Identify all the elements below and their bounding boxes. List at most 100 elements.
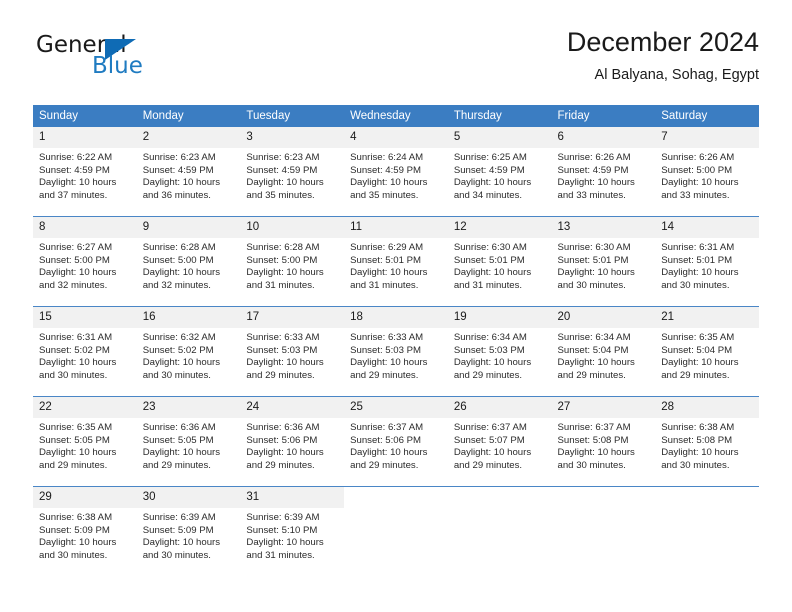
daylight-text-line2: and 30 minutes.: [142, 549, 211, 561]
calendar-day-cell[interactable]: 28 Sunrise: 6:38 AM Sunset: 5:08 PM Dayligh…: [655, 396, 759, 487]
sunrise-text: Sunrise: 6:32 AM: [142, 332, 216, 343]
day-number: 2: [136, 127, 241, 148]
day-sun-info: Sunrise: 6:26 AM Sunset: 5:00 PM Daylight:…: [655, 148, 759, 202]
weekday-header-tuesday: Tuesday: [240, 105, 345, 127]
day-sun-info: Sunrise: 6:28 AM Sunset: 5:00 PM Daylight:…: [240, 238, 344, 292]
sunrise-text: Sunrise: 6:37 AM: [453, 422, 527, 433]
sunrise-text: Sunrise: 6:28 AM: [246, 242, 320, 253]
weekday-header-monday: Monday: [136, 105, 241, 127]
calendar-day-cell[interactable]: 13 Sunrise: 6:30 AM Sunset: 5:01 PM Dayligh…: [551, 216, 656, 307]
sunset-text: Sunset: 5:08 PM: [557, 434, 629, 446]
day-sun-info: Sunrise: 6:37 AM Sunset: 5:06 PM Daylight:…: [344, 418, 448, 472]
calendar-day-cell[interactable]: 23 Sunrise: 6:36 AM Sunset: 5:05 PM Dayligh…: [136, 396, 241, 487]
calendar-day-cell[interactable]: 10 Sunrise: 6:28 AM Sunset: 5:00 PM Dayligh…: [240, 216, 345, 307]
calendar-week-row: 29 Sunrise: 6:38 AM Sunset: 5:09 PM Dayligh…: [33, 486, 759, 576]
sunrise-text: Sunrise: 6:31 AM: [39, 332, 113, 343]
day-number: 22: [33, 397, 137, 418]
calendar-day-cell[interactable]: 26 Sunrise: 6:37 AM Sunset: 5:07 PM Dayligh…: [447, 396, 552, 487]
day-number: 31: [240, 487, 345, 508]
day-number: 16: [136, 307, 241, 328]
calendar-week-row: 15 Sunrise: 6:31 AM Sunset: 5:02 PM Dayligh…: [33, 306, 759, 397]
calendar-day-cell[interactable]: 24 Sunrise: 6:36 AM Sunset: 5:06 PM Dayligh…: [240, 396, 345, 487]
sunset-text: Sunset: 4:59 PM: [557, 164, 629, 176]
sunset-text: Sunset: 5:08 PM: [661, 434, 733, 446]
sunrise-text: Sunrise: 6:33 AM: [350, 332, 424, 343]
sunrise-text: Sunrise: 6:29 AM: [350, 242, 424, 253]
day-sun-info: Sunrise: 6:34 AM Sunset: 5:03 PM Daylight:…: [448, 328, 552, 382]
calendar-day-cell[interactable]: 8 Sunrise: 6:27 AM Sunset: 5:00 PM Daylight…: [33, 216, 137, 307]
calendar-day-cell[interactable]: 1 Sunrise: 6:22 AM Sunset: 4:59 PM Daylight…: [33, 127, 137, 217]
daylight-text-line2: and 32 minutes.: [39, 279, 108, 291]
calendar-header-row: Sunday Monday Tuesday Wednesday Thursday…: [33, 105, 759, 127]
daylight-text-line2: and 31 minutes.: [246, 279, 315, 291]
calendar-day-cell[interactable]: 6 Sunrise: 6:26 AM Sunset: 4:59 PM Daylight…: [551, 127, 656, 217]
sunrise-text: Sunrise: 6:26 AM: [661, 152, 735, 163]
sunrise-text: Sunrise: 6:22 AM: [39, 152, 113, 163]
calendar-day-cell[interactable]: 12 Sunrise: 6:30 AM Sunset: 5:01 PM Dayligh…: [447, 216, 552, 307]
day-sun-info: Sunrise: 6:39 AM Sunset: 5:09 PM Daylight:…: [137, 508, 241, 562]
calendar-day-cell[interactable]: 31 Sunrise: 6:39 AM Sunset: 5:10 PM Dayligh…: [240, 486, 345, 576]
daylight-text-line2: and 33 minutes.: [661, 189, 730, 201]
calendar-day-cell[interactable]: 3 Sunrise: 6:23 AM Sunset: 4:59 PM Daylight…: [240, 127, 345, 217]
day-sun-info: Sunrise: 6:30 AM Sunset: 5:01 PM Daylight:…: [552, 238, 656, 292]
calendar-day-cell[interactable]: 11 Sunrise: 6:29 AM Sunset: 5:01 PM Dayligh…: [344, 216, 448, 307]
calendar-day-cell[interactable]: 15 Sunrise: 6:31 AM Sunset: 5:02 PM Dayligh…: [33, 306, 137, 397]
sunset-text: Sunset: 5:00 PM: [142, 254, 214, 266]
daylight-text-line1: Daylight: 10 hours: [246, 357, 324, 369]
calendar-day-cell[interactable]: 5 Sunrise: 6:25 AM Sunset: 4:59 PM Daylight…: [447, 127, 552, 217]
sunset-text: Sunset: 5:07 PM: [453, 434, 525, 446]
page-subtitle-location: Al Balyana, Sohag, Egypt: [594, 67, 759, 83]
day-sun-info: Sunrise: 6:32 AM Sunset: 5:02 PM Daylight:…: [137, 328, 241, 382]
calendar-day-cell[interactable]: 14 Sunrise: 6:31 AM Sunset: 5:01 PM Dayligh…: [655, 216, 759, 307]
daylight-text-line2: and 29 minutes.: [661, 369, 730, 381]
day-sun-info: Sunrise: 6:30 AM Sunset: 5:01 PM Daylight:…: [448, 238, 552, 292]
daylight-text-line2: and 35 minutes.: [246, 189, 315, 201]
sunset-text: Sunset: 5:04 PM: [557, 344, 629, 356]
day-number: 5: [447, 127, 552, 148]
calendar-day-cell-empty: [447, 486, 552, 576]
calendar-day-cell[interactable]: 9 Sunrise: 6:28 AM Sunset: 5:00 PM Daylight…: [136, 216, 241, 307]
calendar-day-cell[interactable]: 27 Sunrise: 6:37 AM Sunset: 5:08 PM Dayligh…: [551, 396, 656, 487]
sunrise-text: Sunrise: 6:37 AM: [557, 422, 631, 433]
logo-text-blue: Blue: [92, 53, 143, 79]
sunrise-text: Sunrise: 6:34 AM: [557, 332, 631, 343]
daylight-text-line2: and 29 minutes.: [453, 369, 523, 381]
day-number: 7: [655, 127, 759, 148]
calendar-day-cell[interactable]: 16 Sunrise: 6:32 AM Sunset: 5:02 PM Dayligh…: [136, 306, 241, 397]
calendar-day-cell[interactable]: 20 Sunrise: 6:34 AM Sunset: 5:04 PM Dayligh…: [551, 306, 656, 397]
calendar-day-cell[interactable]: 19 Sunrise: 6:34 AM Sunset: 5:03 PM Dayligh…: [447, 306, 552, 397]
calendar-day-cell[interactable]: 29 Sunrise: 6:38 AM Sunset: 5:09 PM Dayligh…: [33, 486, 137, 576]
sunset-text: Sunset: 5:10 PM: [246, 524, 318, 536]
sunrise-text: Sunrise: 6:25 AM: [453, 152, 527, 163]
calendar-day-cell[interactable]: 22 Sunrise: 6:35 AM Sunset: 5:05 PM Dayligh…: [33, 396, 137, 487]
daylight-text-line1: Daylight: 10 hours: [246, 537, 324, 549]
daylight-text-line1: Daylight: 10 hours: [246, 447, 324, 459]
calendar-day-cell[interactable]: 21 Sunrise: 6:35 AM Sunset: 5:04 PM Dayligh…: [655, 306, 759, 397]
sunset-text: Sunset: 4:59 PM: [453, 164, 525, 176]
day-number: 23: [136, 397, 241, 418]
daylight-text-line2: and 29 minutes.: [246, 459, 315, 471]
calendar-day-cell[interactable]: 25 Sunrise: 6:37 AM Sunset: 5:06 PM Dayligh…: [344, 396, 448, 487]
sunrise-text: Sunrise: 6:39 AM: [246, 512, 320, 523]
calendar-day-cell[interactable]: 7 Sunrise: 6:26 AM Sunset: 5:00 PM Daylight…: [655, 127, 759, 217]
daylight-text-line1: Daylight: 10 hours: [246, 267, 324, 279]
daylight-text-line1: Daylight: 10 hours: [557, 357, 635, 369]
daylight-text-line2: and 30 minutes.: [557, 459, 626, 471]
day-sun-info: Sunrise: 6:23 AM Sunset: 4:59 PM Daylight:…: [240, 148, 344, 202]
calendar-day-cell[interactable]: 18 Sunrise: 6:33 AM Sunset: 5:03 PM Dayligh…: [344, 306, 448, 397]
day-number: 29: [33, 487, 137, 508]
sunrise-text: Sunrise: 6:23 AM: [246, 152, 320, 163]
daylight-text-line1: Daylight: 10 hours: [142, 447, 221, 459]
calendar-day-cell[interactable]: 2 Sunrise: 6:23 AM Sunset: 4:59 PM Daylight…: [136, 127, 241, 217]
day-number: 10: [240, 217, 345, 238]
daylight-text-line1: Daylight: 10 hours: [557, 177, 635, 189]
daylight-text-line1: Daylight: 10 hours: [350, 177, 428, 189]
general-blue-logo[interactable]: General Blue: [33, 26, 233, 84]
calendar-week-row: 22 Sunrise: 6:35 AM Sunset: 5:05 PM Dayligh…: [33, 396, 759, 487]
calendar-day-cell[interactable]: 17 Sunrise: 6:33 AM Sunset: 5:03 PM Dayligh…: [240, 306, 345, 397]
daylight-text-line1: Daylight: 10 hours: [246, 177, 324, 189]
daylight-text-line1: Daylight: 10 hours: [453, 357, 532, 369]
calendar-day-cell[interactable]: 30 Sunrise: 6:39 AM Sunset: 5:09 PM Dayligh…: [136, 486, 241, 576]
calendar-day-cell[interactable]: 4 Sunrise: 6:24 AM Sunset: 4:59 PM Daylight…: [344, 127, 448, 217]
daylight-text-line2: and 32 minutes.: [142, 279, 211, 291]
